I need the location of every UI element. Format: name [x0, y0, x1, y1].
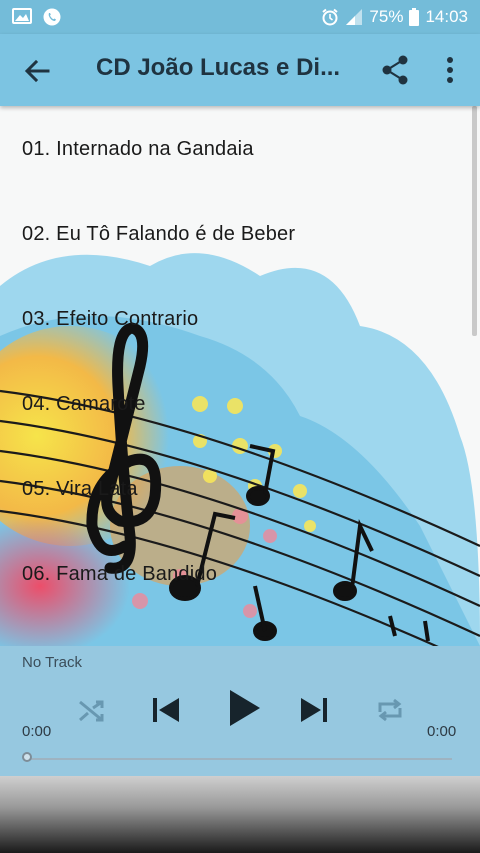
next-icon[interactable]	[298, 694, 330, 726]
signal-icon	[346, 9, 363, 25]
track-title: 06. Fama de Bandido	[22, 563, 218, 585]
now-playing-status: No Track	[22, 654, 83, 671]
bottom-area	[0, 776, 480, 853]
seek-thumb[interactable]	[22, 752, 32, 762]
battery-icon	[409, 8, 420, 26]
previous-icon[interactable]	[150, 694, 182, 726]
track-item[interactable]: 06. Fama de Bandido	[0, 531, 480, 616]
total-time: 0:00	[427, 723, 457, 740]
more-vert-icon[interactable]	[440, 54, 460, 86]
track-title: 01. Internado na Gandaia	[22, 138, 254, 160]
clock: 14:03	[425, 7, 468, 26]
track-item[interactable]: 04. Camarote	[0, 361, 480, 446]
battery-percent: 75%	[369, 7, 404, 26]
player-bar: No Track 0:00 0:00	[0, 646, 480, 776]
shuffle-icon[interactable]	[76, 694, 108, 726]
play-icon[interactable]	[224, 686, 264, 730]
track-item[interactable]: 05. Vira Lata	[0, 446, 480, 531]
share-icon[interactable]	[380, 54, 410, 86]
image-icon	[12, 8, 32, 24]
repeat-icon[interactable]	[374, 694, 406, 726]
track-title: 05. Vira Lata	[22, 478, 138, 500]
back-arrow-icon[interactable]	[22, 56, 52, 86]
track-title: 02. Eu Tô Falando é de Beber	[22, 223, 296, 245]
track-list-area[interactable]: 01. Internado na Gandaia 02. Eu Tô Faland…	[0, 106, 480, 646]
track-title: 04. Camarote	[22, 393, 146, 415]
track-item[interactable]: 02. Eu Tô Falando é de Beber	[0, 191, 480, 276]
track-list: 01. Internado na Gandaia 02. Eu Tô Faland…	[0, 106, 480, 616]
elapsed-time: 0:00	[22, 723, 52, 740]
track-title: 03. Efeito Contrario	[22, 308, 199, 330]
seek-bar[interactable]	[28, 758, 452, 760]
whatsapp-icon	[43, 8, 61, 26]
track-item[interactable]: 03. Efeito Contrario	[0, 276, 480, 361]
status-bar: 75% 14:03	[0, 0, 480, 34]
track-item[interactable]: 01. Internado na Gandaia	[0, 106, 480, 191]
app-bar: CD João Lucas e Di...	[0, 34, 480, 106]
page-title: CD João Lucas e Di...	[96, 54, 341, 81]
alarm-icon	[322, 8, 339, 26]
